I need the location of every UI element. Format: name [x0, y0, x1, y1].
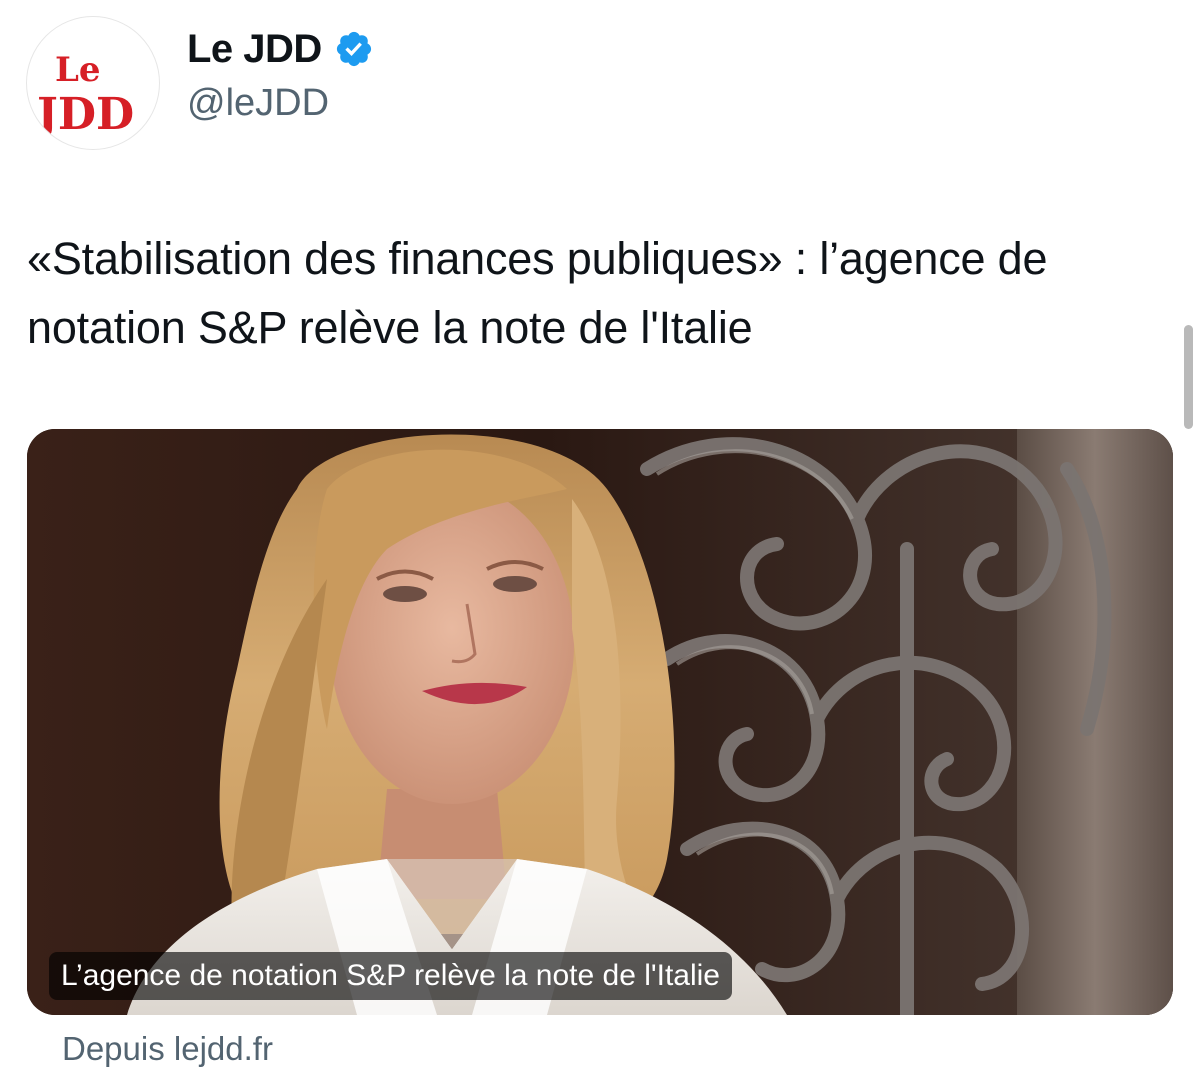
- link-card[interactable]: L’agence de notation S&P relève la note …: [27, 429, 1173, 1015]
- svg-text:JDD: JDD: [33, 89, 134, 140]
- card-caption: L’agence de notation S&P relève la note …: [49, 952, 732, 1000]
- card-source-link[interactable]: Depuis lejdd.fr: [62, 1032, 273, 1065]
- scrollbar[interactable]: [1184, 325, 1193, 429]
- account-name-row: Le JDD: [187, 24, 374, 74]
- le-jdd-logo: Le JDD: [33, 50, 134, 140]
- tweet-text: «Stabilisation des finances publiques» :…: [27, 233, 1048, 353]
- verified-badge-icon: [336, 31, 371, 67]
- avatar[interactable]: Le JDD: [26, 16, 160, 150]
- display-name[interactable]: Le JDD: [187, 29, 322, 69]
- svg-text:Le: Le: [55, 50, 101, 90]
- news-photo-image: [27, 429, 1173, 1015]
- account-handle[interactable]: @leJDD: [187, 84, 329, 122]
